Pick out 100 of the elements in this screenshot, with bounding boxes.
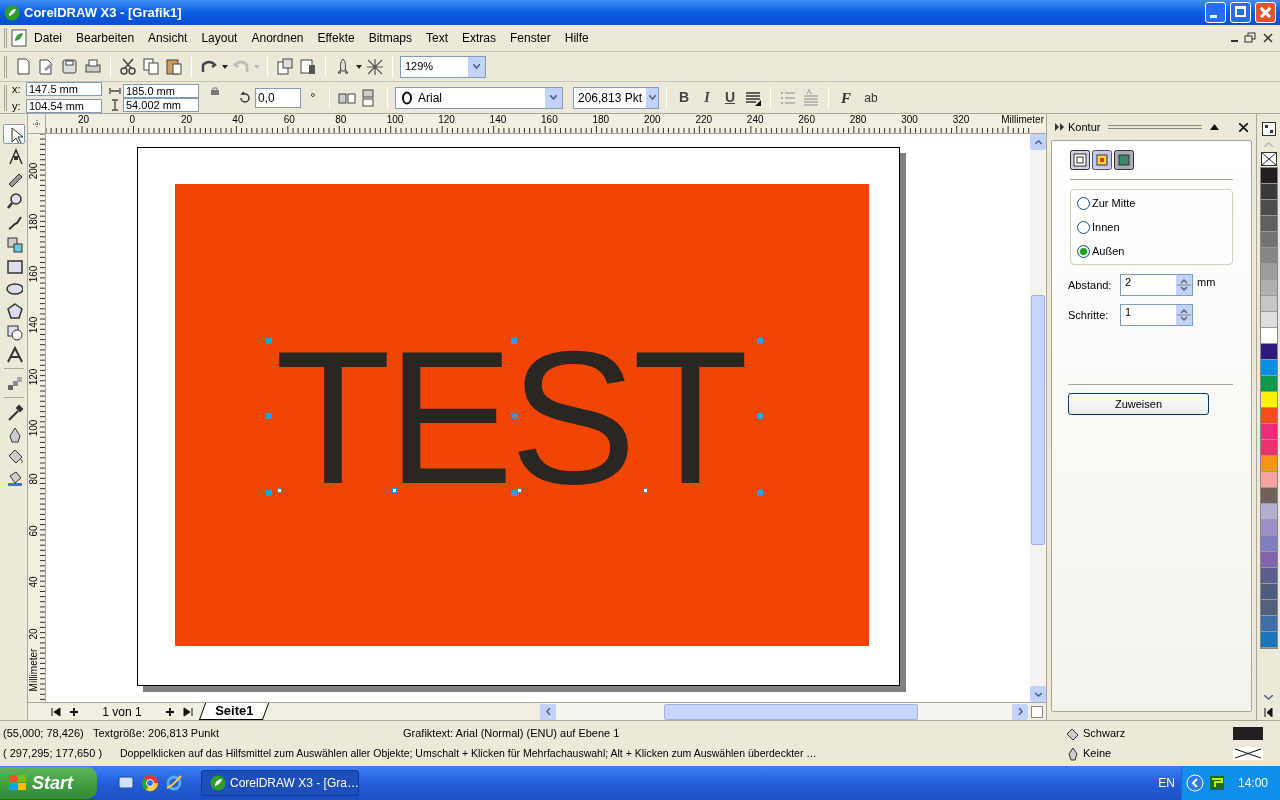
document-icon[interactable] [11, 29, 27, 47]
zoom-dropdown[interactable]: 129% [400, 55, 486, 78]
browser-icon[interactable] [165, 774, 183, 792]
text-style-button[interactable]: B [674, 86, 694, 109]
lock-icon[interactable] [210, 86, 220, 96]
scroll-right-button[interactable] [1012, 703, 1028, 720]
scroll-down-button[interactable] [1030, 686, 1046, 702]
maximize-button[interactable] [1230, 2, 1251, 23]
font-dropdown[interactable]: Arial [395, 86, 563, 109]
color-swatch[interactable] [1260, 472, 1277, 488]
outline-outside-icon[interactable] [1114, 150, 1134, 170]
taskbar-button[interactable]: CorelDRAW X3 - [Gra… [201, 770, 359, 796]
text-style-button[interactable]: I [697, 86, 717, 109]
add-page-icon[interactable] [164, 705, 176, 718]
radio-label[interactable]: Innen [1092, 218, 1120, 236]
apply-button[interactable]: Zuweisen [1068, 393, 1209, 415]
copy-icon[interactable] [141, 56, 161, 77]
selection-handle[interactable] [757, 413, 763, 419]
basic-shapes-icon[interactable] [4, 323, 23, 341]
x-position-field[interactable]: 147.5 mm [26, 82, 102, 97]
ruler-origin-icon[interactable] [31, 118, 42, 129]
menu-item[interactable]: Hilfe [557, 29, 596, 47]
color-swatch[interactable] [1260, 312, 1277, 328]
color-swatch[interactable] [1260, 600, 1277, 616]
color-swatch[interactable] [1260, 632, 1277, 648]
color-swatch[interactable] [1260, 280, 1277, 296]
node-handle[interactable] [392, 488, 397, 493]
color-swatch[interactable] [1260, 504, 1277, 520]
color-swatch[interactable] [1260, 360, 1277, 376]
color-swatch[interactable] [1260, 456, 1277, 472]
radio-button[interactable] [1077, 244, 1090, 258]
rectangle-tool-icon[interactable] [4, 257, 23, 275]
selection-handle[interactable] [511, 490, 517, 496]
menu-item[interactable]: Bearbeiten [69, 29, 142, 47]
color-swatch[interactable] [1260, 232, 1277, 248]
node-handle[interactable] [277, 488, 282, 493]
color-swatch[interactable] [1260, 424, 1277, 440]
scroll-left-button[interactable] [540, 703, 556, 720]
paste-icon[interactable] [164, 56, 184, 77]
color-swatch[interactable] [1260, 488, 1277, 504]
globe-icon[interactable] [141, 774, 159, 792]
scroll-down-icon[interactable] [1264, 694, 1273, 700]
minimize-button[interactable] [1205, 2, 1226, 23]
edit-text-button[interactable]: ab [859, 86, 883, 109]
selection-handle[interactable] [757, 490, 763, 496]
color-swatch[interactable] [1260, 248, 1277, 264]
color-swatch[interactable] [1260, 264, 1277, 280]
collapse-icon[interactable] [1210, 124, 1219, 130]
menu-item[interactable]: Layout [194, 29, 245, 47]
color-swatch[interactable] [1260, 616, 1277, 632]
radio-label[interactable]: Zur Mitte [1092, 194, 1136, 212]
color-swatch[interactable] [1260, 568, 1277, 584]
language-indicator[interactable]: EN [1158, 774, 1175, 792]
menu-item[interactable]: Datei [27, 29, 69, 47]
polygon-tool-icon[interactable] [4, 301, 23, 319]
spin-field[interactable]: 2 [1120, 274, 1193, 296]
color-swatch[interactable] [1260, 168, 1277, 184]
caret-icon[interactable] [222, 64, 228, 69]
menu-item[interactable]: Ansicht [141, 29, 195, 47]
smart-fill-icon[interactable] [4, 235, 23, 253]
tray-app-icon[interactable] [1207, 774, 1226, 792]
no-color-swatch[interactable] [1260, 152, 1277, 166]
selection-handle[interactable] [757, 338, 763, 344]
scrollbar-thumb[interactable] [1031, 295, 1045, 545]
color-swatch[interactable] [1260, 520, 1277, 536]
caret-icon[interactable] [356, 64, 362, 69]
color-swatch[interactable] [1260, 216, 1277, 232]
menu-item[interactable]: Bitmaps [361, 29, 419, 47]
node-handle[interactable] [517, 488, 522, 493]
radio-button[interactable] [1077, 220, 1090, 234]
color-swatch[interactable] [1260, 328, 1277, 344]
show-hidden-icons-icon[interactable] [1185, 774, 1204, 792]
save-icon[interactable] [60, 56, 80, 77]
import-icon[interactable] [275, 56, 295, 77]
spin-field[interactable]: 1 [1120, 304, 1193, 326]
color-swatch[interactable] [1260, 408, 1277, 424]
text-tool-icon[interactable] [4, 345, 23, 363]
color-swatch[interactable] [1260, 440, 1277, 456]
cut-icon[interactable] [118, 56, 138, 77]
close-icon[interactable] [1260, 32, 1276, 44]
sparkle-icon[interactable] [365, 56, 385, 77]
expand-icon[interactable] [1055, 123, 1064, 131]
menu-item[interactable]: Anordnen [244, 29, 311, 47]
format-text-button[interactable]: F [836, 86, 856, 109]
node-handle[interactable] [643, 488, 648, 493]
page-tab[interactable]: Seite1 [198, 703, 270, 720]
outline-inside-icon[interactable] [1092, 150, 1112, 170]
close-button[interactable] [1255, 2, 1276, 23]
y-position-field[interactable]: 104.54 mm [26, 98, 102, 113]
color-swatch[interactable] [1260, 184, 1277, 200]
font-size-dropdown[interactable]: 206,813 Pkt [573, 86, 659, 109]
desktop-icon[interactable] [117, 774, 135, 792]
radio-label[interactable]: Außen [1092, 242, 1125, 260]
close-icon[interactable] [1239, 122, 1248, 132]
color-swatch[interactable] [1260, 376, 1277, 392]
color-swatch[interactable] [1260, 392, 1277, 408]
last-page-icon[interactable] [182, 705, 194, 718]
color-swatch[interactable] [1260, 200, 1277, 216]
outline-to-center-icon[interactable] [1070, 150, 1090, 170]
selection-handle[interactable] [511, 338, 517, 344]
